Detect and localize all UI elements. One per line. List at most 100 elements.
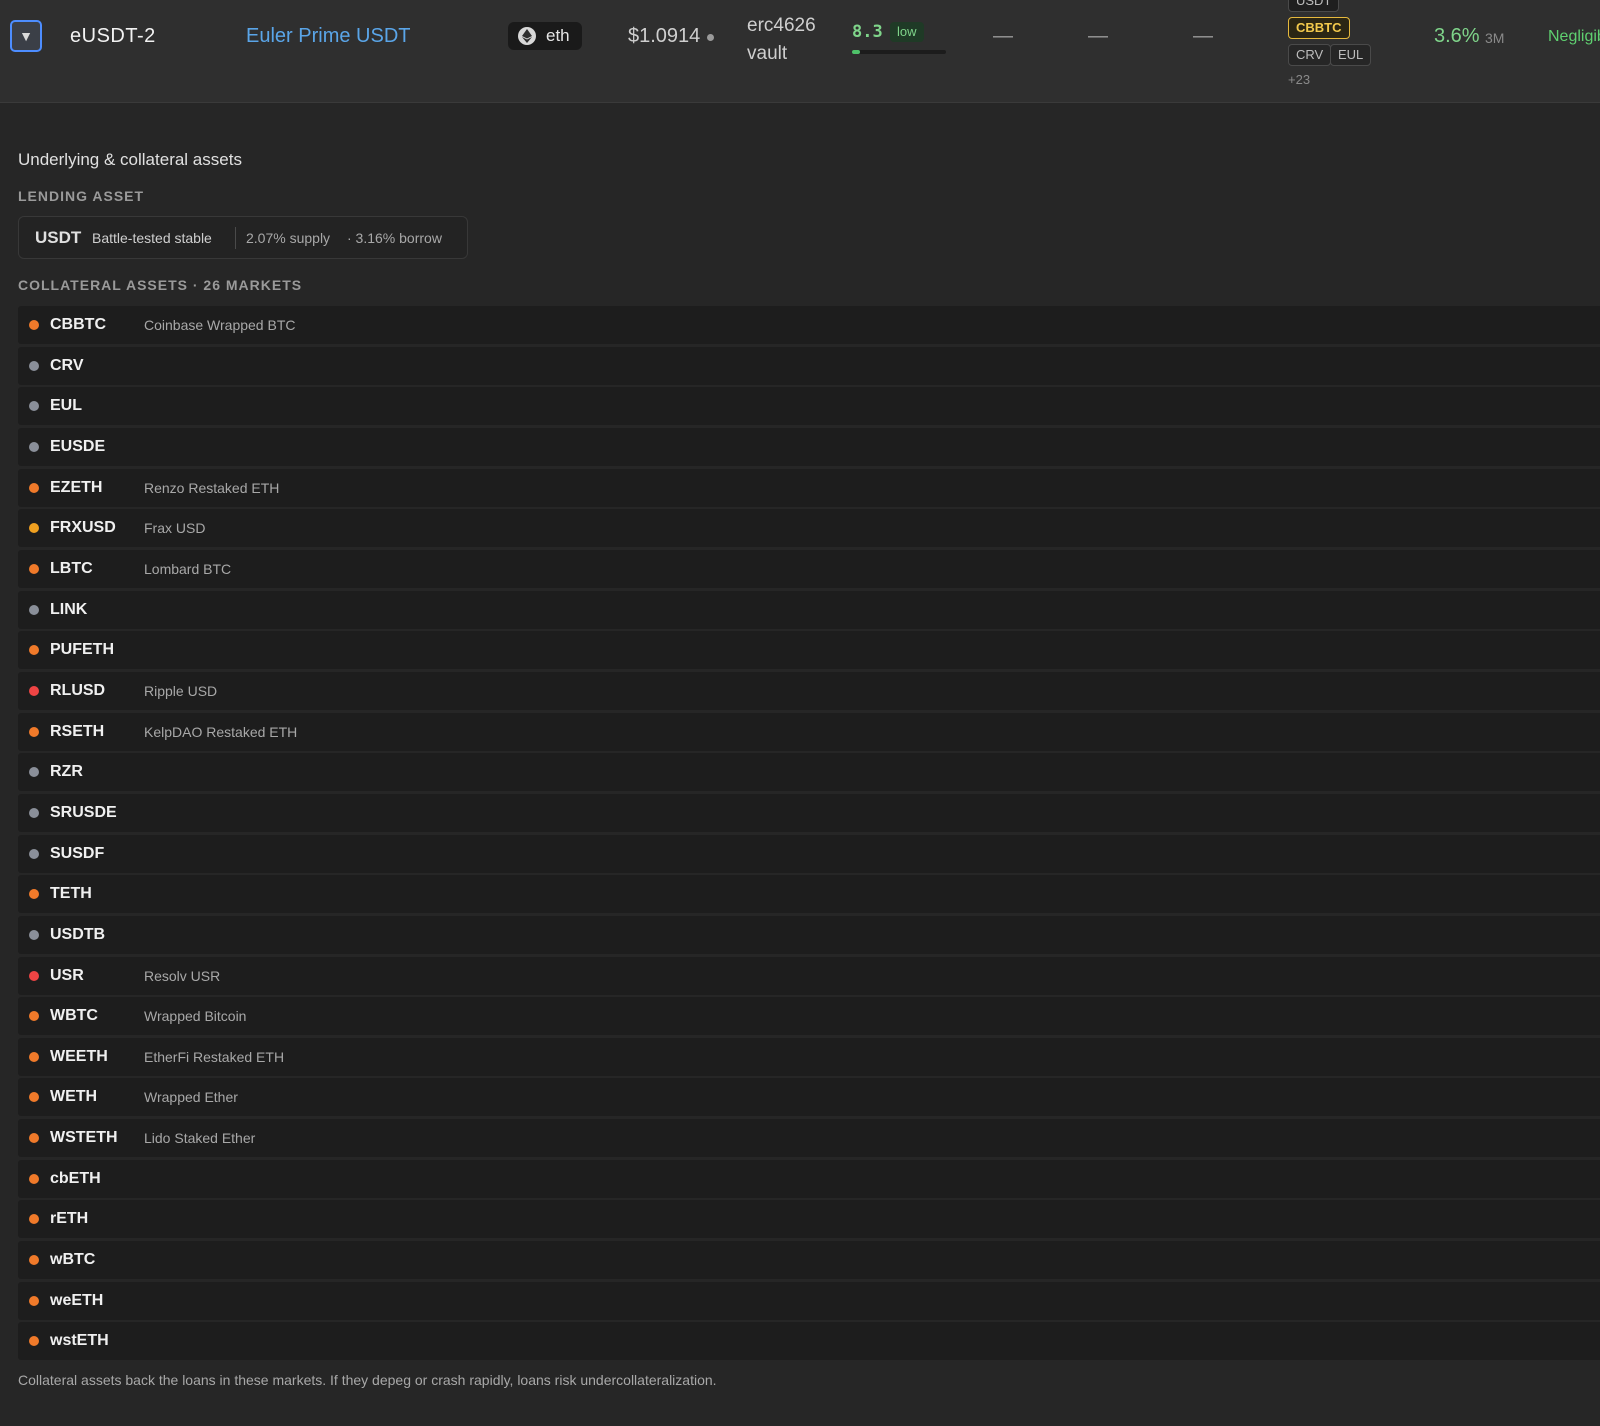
collateral-row[interactable]: USDTB [18,915,1600,954]
divider [235,227,236,249]
collateral-symbol: SUSDF [50,844,105,862]
collateral-symbol: weETH [50,1291,104,1309]
collateral-symbol: wBTC [50,1251,96,1269]
collateral-symbol: PUFETH [50,641,114,659]
risk-score-badge: low [890,22,924,42]
collateral-symbol: WBTC [50,1007,98,1025]
collateral-row[interactable]: weETH [18,1281,1600,1320]
collateral-symbol: WSTETH [50,1129,118,1147]
collateral-name: Lido Staked Ether [144,1130,256,1147]
risk-dot-icon [29,807,39,818]
risk-dot-icon [29,889,39,900]
collateral-name: Wrapped Bitcoin [144,1008,247,1025]
risk-dot-icon [29,1092,39,1103]
collateral-row[interactable]: RLUSD Ripple USD [18,671,1600,710]
collateral-symbol: wstETH [50,1332,109,1350]
collateral-name: Lombard BTC [144,560,232,577]
risk-dot-icon [29,401,39,412]
asset-tag-usdt: USDT [1288,0,1340,12]
collateral-row[interactable]: LINK [18,590,1600,629]
collateral-row[interactable]: TETH [18,875,1600,914]
risk-score-bar-fill [852,50,860,54]
more-assets-count: +23 [1288,72,1311,87]
collateral-symbol: TETH [50,885,92,903]
collateral-assets-label: COLLATERAL ASSETS · 26 MARKETS [18,277,303,293]
collateral-symbol: EUSDE [50,437,106,455]
collateral-symbol: SRUSDE [50,803,117,821]
collateral-row[interactable]: LBTC Lombard BTC [18,549,1600,588]
collateral-row[interactable]: cbETH [18,1159,1600,1198]
collateral-row[interactable]: WSTETH Lido Staked Ether [18,1119,1600,1158]
vault-type-line2: vault [747,43,788,64]
collateral-symbol: RSETH [50,722,105,740]
collateral-row[interactable]: wstETH [18,1322,1600,1361]
status-dot [707,34,714,41]
lending-asset-desc: Battle-tested stable [92,230,212,246]
risk-dot-icon [29,604,39,615]
collateral-row[interactable]: wBTC [18,1241,1600,1280]
collateral-row[interactable]: EZETH Renzo Restaked ETH [18,468,1600,507]
vault-row[interactable]: ▼ eUSDT-2 Euler Prime USDT eth $1.0914 e… [0,0,1600,103]
collateral-row[interactable]: SRUSDE [18,793,1600,832]
risk-dot-icon [29,482,39,493]
collateral-row[interactable]: WETH Wrapped Ether [18,1078,1600,1117]
collateral-symbol: EUL [50,397,82,415]
risk-dot-icon [29,320,39,330]
lending-asset-card: USDT Battle-tested stable 2.07% supply ·… [18,216,468,259]
lending-asset-label: LENDING ASSET [18,188,145,204]
risk-dot-icon [29,929,39,940]
empty-cell-2: — [1088,25,1108,47]
collateral-symbol: rETH [50,1210,89,1228]
risk-dot-icon [29,726,39,737]
collateral-row[interactable]: WEETH EtherFi Restaked ETH [18,1037,1600,1076]
risk-dot-icon [29,1051,39,1062]
collateral-row[interactable]: FRXUSD Frax USD [18,509,1600,548]
share-price: $1.0914 [628,25,701,47]
chain-badge: eth [508,22,582,50]
collateral-row[interactable]: CBBTC Coinbase Wrapped BTC [18,306,1600,344]
collateral-name: Wrapped Ether [144,1089,238,1106]
collateral-symbol: USR [50,966,84,984]
risk-dot-icon [29,441,39,452]
collateral-symbol: LINK [50,600,88,618]
vault-type: erc4626 vault [747,12,816,68]
collateral-row[interactable]: rETH [18,1200,1600,1239]
supply-rate: 2.07% supply [246,230,331,246]
empty-cell-3: — [1193,25,1213,47]
collateral-symbol: CRV [50,356,84,374]
collateral-row[interactable]: EUSDE [18,427,1600,466]
risk-dot-icon [29,1336,39,1347]
collateral-name: KelpDAO Restaked ETH [144,723,298,740]
collateral-symbol: USDTB [50,925,106,943]
collateral-row[interactable]: USR Resolv USR [18,956,1600,995]
risk-dot-icon [29,360,39,371]
chevron-down-icon: ▼ [19,28,33,44]
risk-score: 8.3 [852,22,883,42]
collateral-row[interactable]: SUSDF [18,834,1600,873]
collateral-name: Ripple USD [144,682,218,699]
risk-dot-icon [29,1133,39,1144]
collateral-symbol: RZR [50,763,83,781]
collateral-row[interactable]: EUL [18,387,1600,426]
asset-tag-crv: CRV [1288,44,1332,66]
expand-toggle-button[interactable]: ▼ [10,20,42,52]
collateral-symbol: LBTC [50,559,93,577]
chain-label: eth [546,26,570,45]
collateral-row[interactable]: RZR [18,753,1600,792]
collateral-name: Renzo Restaked ETH [144,479,280,496]
risk-dot-icon [29,563,39,574]
asset-tag-eul: EUL [1330,44,1372,66]
vault-name-link[interactable]: Euler Prime USDT [246,25,410,48]
apy-value: 3.6% [1434,25,1480,47]
collateral-row[interactable]: WBTC Wrapped Bitcoin [18,997,1600,1036]
collateral-name: Coinbase Wrapped BTC [144,317,296,333]
empty-cell-1: — [993,25,1013,47]
collateral-row[interactable]: CRV [18,346,1600,385]
risk-dot-icon [29,767,39,778]
collateral-row[interactable]: PUFETH [18,631,1600,670]
collateral-row[interactable]: RSETH KelpDAO Restaked ETH [18,712,1600,751]
risk-dot-icon [29,685,39,696]
collateral-symbol: EZETH [50,478,103,496]
risk-level: Negligib [1548,28,1600,45]
section-title: Underlying & collateral assets [18,150,242,169]
